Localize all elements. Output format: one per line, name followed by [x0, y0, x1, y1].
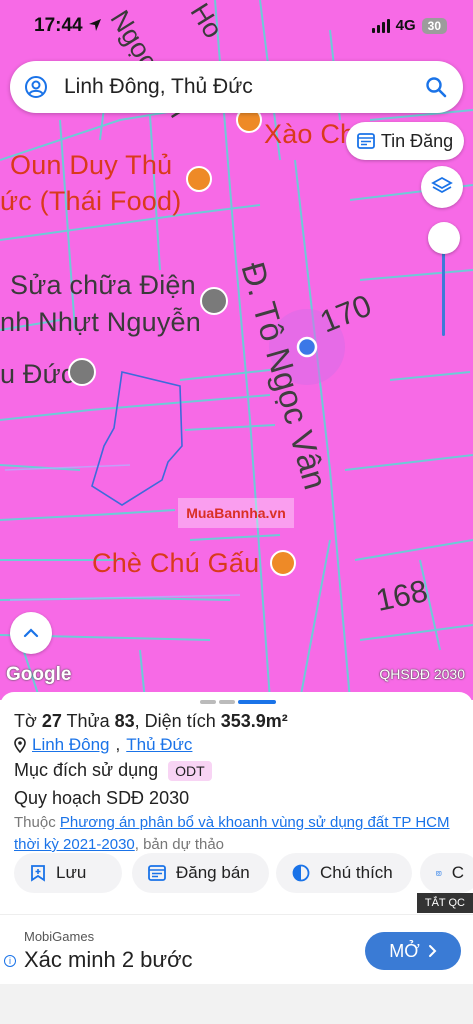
- ad-open-button[interactable]: MỞ: [365, 932, 461, 970]
- poi-pin-icon[interactable]: [200, 287, 228, 315]
- sheet-handle[interactable]: [200, 700, 216, 704]
- home-indicator-area: [0, 984, 473, 1024]
- layers-icon: [431, 176, 453, 194]
- bookmark-add-icon: [31, 865, 45, 882]
- poi-label-oun-duy-2[interactable]: ức (Thái Food): [0, 186, 181, 217]
- chevron-up-icon: [23, 628, 39, 638]
- location-arrow-icon: [89, 19, 101, 31]
- photo-button[interactable]: C: [420, 853, 473, 893]
- land-use-code-badge[interactable]: ODT: [168, 760, 212, 781]
- restaurant-pin-icon[interactable]: [186, 166, 212, 192]
- layers-button[interactable]: [421, 166, 463, 208]
- sheet-handle[interactable]: [219, 700, 235, 704]
- poi-label-che-chu-gau[interactable]: Chè Chú Gấu: [92, 548, 259, 579]
- battery-icon: 30: [421, 17, 447, 34]
- search-input[interactable]: Linh Đông, Thủ Đức: [64, 75, 425, 99]
- ad-banner[interactable]: TẮT QC i MobiGames Xác minh 2 bước MỞ: [0, 893, 473, 984]
- school-pin-icon[interactable]: [68, 358, 96, 386]
- plan-source: Thuộc Phương án phân bổ và khoanh vùng s…: [14, 814, 450, 853]
- district-link[interactable]: Thủ Đức: [126, 735, 192, 755]
- poi-label-duc[interactable]: u Đức: [0, 359, 75, 390]
- search-bar[interactable]: Linh Đông, Thủ Đức: [10, 61, 463, 113]
- post-listing-label: Tin Đăng: [380, 130, 454, 151]
- ad-title[interactable]: Xác minh 2 bước: [24, 947, 193, 973]
- status-time: 17:44: [34, 15, 83, 36]
- close-ad-button[interactable]: TẮT QC: [416, 893, 473, 913]
- google-logo: Google: [6, 664, 72, 685]
- map-layer-label: QHSDĐ 2030: [379, 666, 465, 682]
- selected-parcel-outline[interactable]: [91, 371, 183, 506]
- ad-brand: MobiGames: [24, 929, 95, 944]
- post-sale-button[interactable]: Đăng bán: [132, 853, 269, 893]
- watermark-logo: MuaBannha.vn: [178, 498, 294, 528]
- status-bar: 17:44 4G 30: [0, 0, 473, 54]
- location-pin-icon: [14, 737, 26, 753]
- info-icon[interactable]: i: [4, 955, 16, 967]
- plan-label: Quy hoạch SDĐ 2030: [14, 788, 190, 808]
- legend-button[interactable]: Chú thích: [276, 853, 412, 893]
- ward-link[interactable]: Linh Đông: [32, 735, 110, 755]
- expand-button[interactable]: [10, 612, 52, 654]
- chevron-right-icon: [428, 945, 437, 957]
- calendar-list-icon: [356, 133, 375, 149]
- account-icon[interactable]: [24, 75, 48, 99]
- poi-label-xao[interactable]: Xào Ch: [264, 119, 355, 150]
- contrast-icon: [292, 864, 310, 882]
- sheet-handle-active[interactable]: [238, 700, 276, 704]
- signal-icon: [371, 18, 390, 33]
- parcel-address: Linh Đông, Thủ Đức: [14, 735, 192, 755]
- parcel-title: Tờ 27 Thửa 83, Diện tích 353.9m²: [14, 711, 288, 731]
- camera-add-icon: [436, 871, 442, 876]
- opacity-slider-track[interactable]: [442, 240, 445, 336]
- plan-source-link[interactable]: Phương án phân bổ và khoanh vùng sử dụng…: [14, 814, 450, 853]
- poi-label-sua-chua[interactable]: Sửa chữa Điện: [10, 270, 196, 301]
- restaurant-pin-icon[interactable]: [270, 550, 296, 576]
- post-listing-button[interactable]: Tin Đăng: [346, 122, 464, 160]
- current-location-dot: [296, 336, 318, 358]
- poi-label-sua-chua-2[interactable]: nh Nhựt Nguyễn: [0, 307, 201, 338]
- parcel-info-sheet[interactable]: Tờ 27 Thửa 83, Diện tích 353.9m² Linh Đô…: [0, 692, 473, 914]
- network-type: 4G: [395, 17, 416, 34]
- poi-label-oun-duy[interactable]: Oun Duy Thủ: [10, 150, 172, 181]
- land-use-purpose: Mục đích sử dụng ODT: [14, 760, 212, 781]
- search-icon[interactable]: [425, 76, 447, 98]
- save-button[interactable]: Lưu: [14, 853, 122, 893]
- calendar-list-icon: [148, 865, 166, 881]
- opacity-slider-knob[interactable]: [428, 222, 460, 254]
